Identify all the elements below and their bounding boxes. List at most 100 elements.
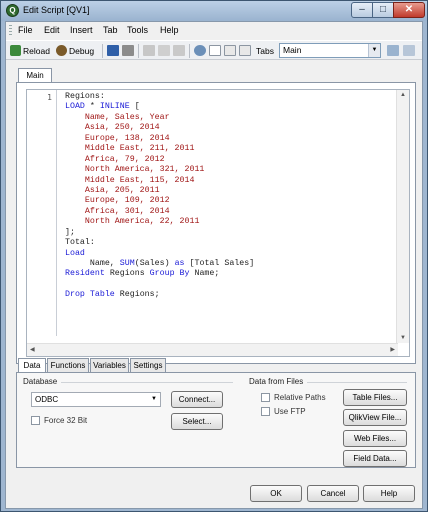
tabs-label-text: Tabs bbox=[256, 46, 274, 56]
tab-functions[interactable]: Functions bbox=[47, 358, 89, 372]
scroll-right-icon[interactable]: ▶ bbox=[390, 346, 395, 353]
code-token: Middle East, 115, 2014 bbox=[65, 175, 195, 185]
scroll-up-icon[interactable]: ▲ bbox=[400, 92, 406, 98]
qlikview-file-button[interactable]: QlikView File... bbox=[343, 409, 407, 426]
promote-tab-icon[interactable] bbox=[224, 45, 236, 56]
relative-paths-checkbox[interactable] bbox=[261, 393, 270, 402]
code-token: Load bbox=[65, 248, 85, 258]
code-line[interactable]: Name, Sales, Year bbox=[65, 113, 395, 123]
maximize-button[interactable]: □ bbox=[372, 2, 394, 18]
debug-button[interactable]: Debug bbox=[56, 44, 94, 58]
save-icon[interactable] bbox=[107, 45, 119, 56]
tab-settings[interactable]: Settings bbox=[130, 358, 166, 372]
code-line[interactable]: ]; bbox=[65, 228, 395, 238]
menu-help[interactable]: Help bbox=[160, 25, 179, 35]
cut-icon[interactable] bbox=[143, 45, 155, 56]
select-button[interactable]: Select... bbox=[171, 413, 223, 430]
code-line[interactable]: Name, SUM(Sales) as [Total Sales] bbox=[65, 259, 395, 269]
code-line[interactable]: North America, 321, 2011 bbox=[65, 165, 395, 175]
code-line[interactable]: Africa, 301, 2014 bbox=[65, 207, 395, 217]
code-line[interactable]: Europe, 138, 2014 bbox=[65, 134, 395, 144]
relative-paths-label: Relative Paths bbox=[274, 393, 326, 402]
table-files-button[interactable]: Table Files... bbox=[343, 389, 407, 406]
script-code[interactable]: Regions: LOAD * INLINE [ Name, Sales, Yea… bbox=[65, 92, 395, 301]
tabs-dropdown[interactable]: Main ▼ bbox=[279, 43, 381, 58]
title-bar[interactable]: Q Edit Script [QV1] – □ ✕ bbox=[1, 1, 427, 21]
script-editor[interactable]: 1 Regions: LOAD * INLINE [ Name, Sales, Y… bbox=[26, 89, 410, 357]
field-data-button[interactable]: Field Data... bbox=[343, 450, 407, 467]
toolbar-separator bbox=[102, 44, 103, 58]
chevron-down-icon: ▼ bbox=[151, 396, 157, 402]
scroll-left-icon[interactable]: ◀ bbox=[30, 346, 35, 353]
code-line[interactable]: Europe, 109, 2012 bbox=[65, 196, 395, 206]
code-token: INLINE bbox=[99, 102, 130, 112]
code-line[interactable]: Resident Regions Group By Name; bbox=[65, 269, 395, 279]
menu-tab[interactable]: Tab bbox=[103, 25, 118, 35]
menu-file[interactable]: File bbox=[18, 25, 33, 35]
new-tab-icon[interactable] bbox=[209, 45, 221, 56]
relative-paths-option[interactable]: Relative Paths bbox=[261, 392, 326, 403]
data-from-files-label: Data from Files bbox=[249, 377, 304, 386]
reload-button[interactable]: Reload bbox=[10, 44, 50, 58]
reload-icon bbox=[10, 45, 21, 56]
code-token: Drop Table bbox=[65, 290, 115, 300]
code-line[interactable]: North America, 22, 2011 bbox=[65, 217, 395, 227]
menu-bar: File Edit Insert Tab Tools Help bbox=[6, 22, 422, 40]
code-line[interactable]: Asia, 250, 2014 bbox=[65, 123, 395, 133]
horizontal-scrollbar[interactable]: ◀ ▶ bbox=[27, 343, 398, 356]
menu-insert[interactable]: Insert bbox=[70, 25, 93, 35]
toolbar-separator bbox=[189, 44, 190, 58]
force-32-bit-option[interactable]: Force 32 Bit bbox=[31, 415, 87, 426]
force-32-bit-checkbox[interactable] bbox=[31, 416, 40, 425]
code-token: Resident bbox=[65, 269, 105, 279]
database-select[interactable]: ODBC ▼ bbox=[31, 392, 161, 407]
menu-edit[interactable]: Edit bbox=[44, 25, 60, 35]
use-ftp-checkbox[interactable] bbox=[261, 407, 270, 416]
code-line[interactable]: Africa, 79, 2012 bbox=[65, 155, 395, 165]
code-line[interactable]: Load bbox=[65, 249, 395, 259]
split-view-icon[interactable] bbox=[387, 45, 399, 56]
group-divider bbox=[61, 382, 233, 383]
group-divider bbox=[307, 382, 407, 383]
tools-tab-strip: Data Functions Variables Settings bbox=[16, 358, 416, 373]
code-token: Europe, 109, 2012 bbox=[65, 196, 170, 206]
demote-tab-icon[interactable] bbox=[239, 45, 251, 56]
close-button[interactable]: ✕ bbox=[393, 2, 425, 18]
minimize-button[interactable]: – bbox=[351, 2, 373, 18]
code-line[interactable]: Regions: bbox=[65, 92, 395, 102]
edit-script-window: Q Edit Script [QV1] – □ ✕ File Edit Inse… bbox=[0, 0, 428, 512]
connect-button[interactable]: Connect... bbox=[171, 391, 223, 408]
code-token: ]; bbox=[65, 227, 75, 237]
cancel-button[interactable]: Cancel bbox=[307, 485, 359, 502]
code-line[interactable]: Drop Table Regions; bbox=[65, 290, 395, 300]
vertical-scrollbar[interactable]: ▲ ▼ bbox=[396, 90, 409, 343]
code-token: North America, 321, 2011 bbox=[65, 165, 205, 175]
ok-button[interactable]: OK bbox=[250, 485, 302, 502]
code-line[interactable] bbox=[65, 280, 395, 290]
chevron-down-icon: ▼ bbox=[368, 44, 380, 57]
code-line[interactable]: Middle East, 211, 2011 bbox=[65, 144, 395, 154]
tab-data[interactable]: Data bbox=[18, 358, 46, 373]
line-number-gutter: 1 bbox=[27, 90, 57, 336]
code-line[interactable]: Total: bbox=[65, 238, 395, 248]
scroll-down-icon[interactable]: ▼ bbox=[400, 335, 406, 341]
tab-variables[interactable]: Variables bbox=[90, 358, 129, 372]
tabs-label: Tabs bbox=[256, 44, 274, 58]
menu-tools[interactable]: Tools bbox=[127, 25, 148, 35]
code-line[interactable]: LOAD * INLINE [ bbox=[65, 102, 395, 112]
code-token: Name, Sales, Year bbox=[65, 112, 170, 122]
web-files-button[interactable]: Web Files... bbox=[343, 430, 407, 447]
print-icon[interactable] bbox=[122, 45, 134, 56]
help-button[interactable]: Help bbox=[363, 485, 415, 502]
paste-icon[interactable] bbox=[173, 45, 185, 56]
find-icon[interactable] bbox=[194, 45, 206, 56]
code-line[interactable]: Middle East, 115, 2014 bbox=[65, 176, 395, 186]
code-token: Total: bbox=[65, 238, 95, 248]
tabs-dropdown-value: Main bbox=[283, 45, 302, 55]
debug-icon bbox=[56, 45, 67, 56]
copy-icon[interactable] bbox=[158, 45, 170, 56]
use-ftp-option[interactable]: Use FTP bbox=[261, 406, 306, 417]
code-line[interactable]: Asia, 205, 2011 bbox=[65, 186, 395, 196]
layout-icon[interactable] bbox=[403, 45, 415, 56]
tab-main[interactable]: Main bbox=[18, 68, 52, 82]
